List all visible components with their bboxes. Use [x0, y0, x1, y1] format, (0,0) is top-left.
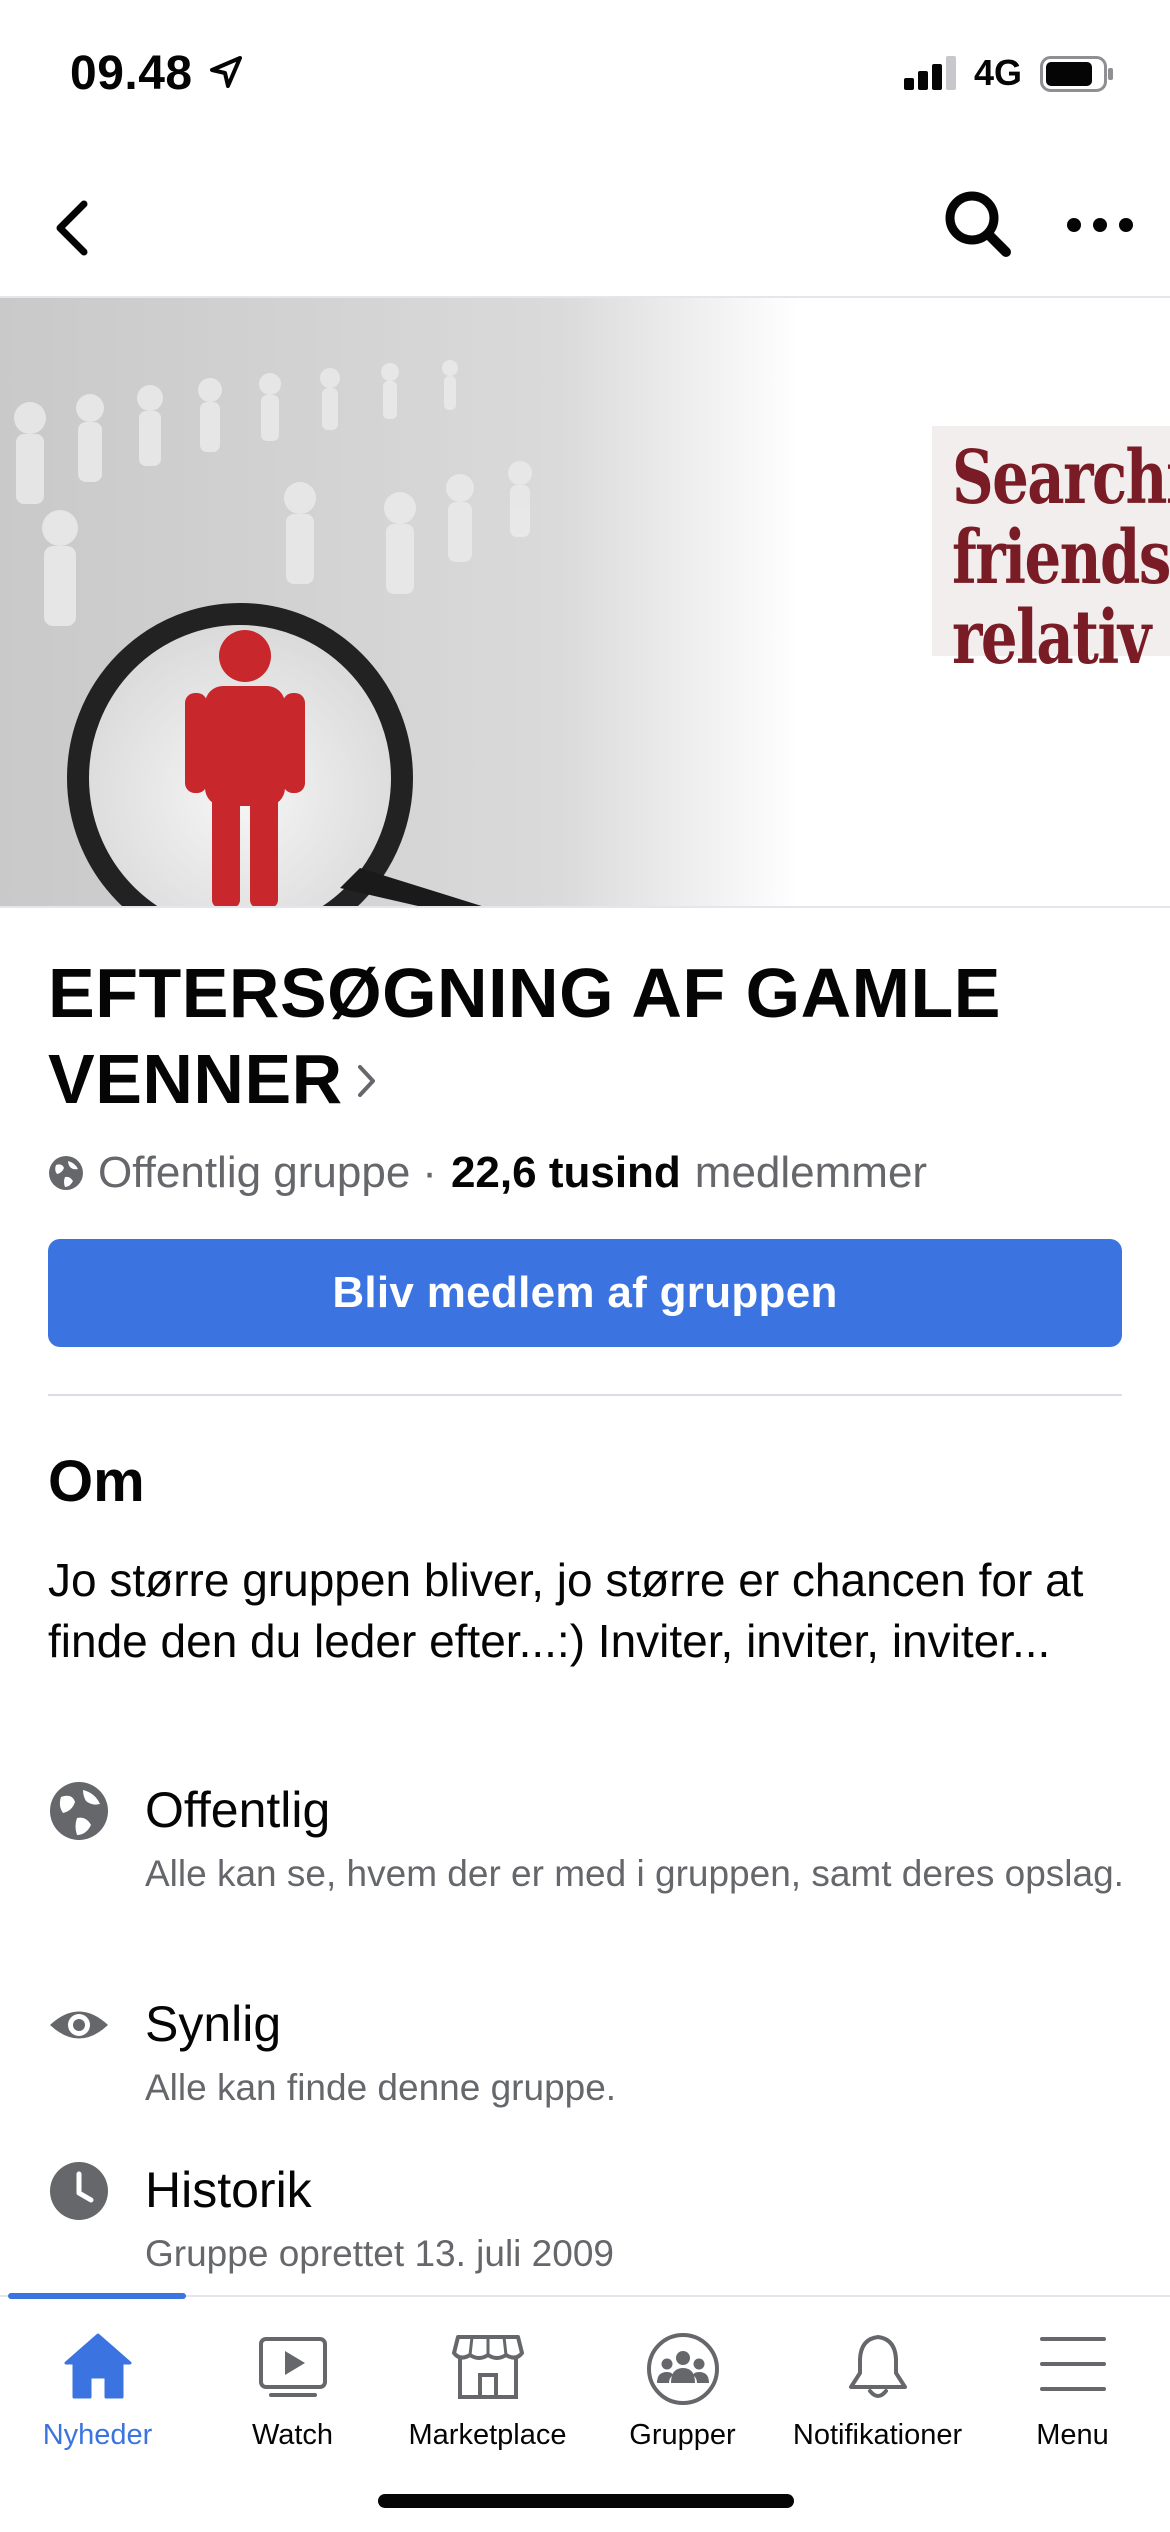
nav-bar — [0, 160, 1170, 298]
tab-label: Nyheder — [42, 2419, 153, 2451]
network-type: 4G — [974, 52, 1023, 93]
location-arrow-icon — [210, 56, 242, 88]
group-privacy: Offentlig gruppe — [98, 1148, 411, 1197]
watch-icon — [258, 2337, 327, 2397]
group-title[interactable]: EFTERSØGNING AF GAMLE VENNER — [48, 950, 1128, 1122]
tab-notifications[interactable]: Notifikationer — [780, 2297, 975, 2467]
chevron-right-icon — [357, 1064, 375, 1097]
tab-marketplace[interactable]: Marketplace — [390, 2297, 585, 2467]
globe-icon — [50, 1782, 108, 1840]
info-subtitle: Gruppe oprettet 13. juli 2009 — [145, 2233, 614, 2274]
tab-label: Marketplace — [408, 2419, 567, 2451]
tab-groups[interactable]: Grupper — [585, 2297, 780, 2467]
more-options-icon[interactable] — [1060, 200, 1140, 250]
group-page: 09.48 4G Searchi friends relativ EFTERSØ… — [0, 0, 1170, 2532]
about-description: Jo større gruppen bliver, jo større er c… — [48, 1554, 1084, 1667]
cover-caption: Searchi friends relativ — [932, 426, 1170, 678]
info-title: Historik — [145, 2162, 312, 2218]
tab-label: Menu — [1036, 2419, 1109, 2451]
cellular-signal-icon — [904, 56, 956, 90]
tab-watch[interactable]: Watch — [195, 2297, 390, 2467]
back-button[interactable] — [42, 190, 108, 266]
tab-label: Grupper — [629, 2419, 736, 2451]
groups-icon — [646, 2333, 719, 2405]
crowd-magnifier-illustration — [0, 298, 800, 906]
members-label: medlemmer — [694, 1148, 928, 1197]
home-indicator[interactable] — [378, 2494, 794, 2508]
about-heading: Om — [48, 1449, 145, 1514]
tab-news[interactable]: Nyheder — [0, 2297, 195, 2467]
member-count[interactable]: 22,6 tusind — [451, 1148, 681, 1198]
cover-caption-line: Searchi — [952, 435, 1170, 521]
clock-icon — [50, 2162, 108, 2220]
info-subtitle: Alle kan se, hvem der er med i gruppen, … — [145, 1853, 1124, 1894]
meta-separator: · — [422, 1148, 437, 1197]
home-icon — [64, 2333, 131, 2399]
tab-label: Notifikationer — [792, 2419, 963, 2451]
info-subtitle: Alle kan finde denne gruppe. — [145, 2067, 617, 2108]
divider — [48, 1394, 1122, 1396]
cover-photo[interactable]: Searchi friends relativ — [0, 298, 1170, 908]
cover-caption-line: relativ — [952, 595, 1151, 681]
eye-icon — [50, 2011, 108, 2039]
status-time: 09.48 — [70, 47, 193, 100]
info-item-history: Historik Gruppe oprettet 13. juli 2009 — [48, 2160, 1128, 2280]
bell-icon — [848, 2335, 907, 2398]
info-title: Synlig — [145, 1996, 282, 2052]
group-title-text: EFTERSØGNING AF GAMLE VENNER — [48, 954, 1001, 1118]
info-item-public: Offentlig Alle kan se, hvem der er med i… — [48, 1780, 1128, 1950]
info-title: Offentlig — [145, 1782, 331, 1838]
battery-icon — [1040, 56, 1113, 92]
info-item-visible: Synlig Alle kan finde denne gruppe. — [48, 1994, 1128, 2114]
search-icon[interactable] — [938, 184, 1018, 264]
marketplace-icon — [451, 2335, 524, 2399]
status-bar: 09.48 4G — [0, 0, 1170, 150]
globe-icon — [49, 1156, 83, 1190]
tab-menu[interactable]: Menu — [975, 2297, 1170, 2467]
cover-caption-line: friends — [952, 515, 1170, 601]
menu-icon — [1039, 2337, 1106, 2391]
join-group-button[interactable]: Bliv medlem af gruppen — [48, 1239, 1122, 1347]
group-meta: Offentlig gruppe · 22,6 tusind medlemmer — [48, 1148, 927, 1198]
tab-label: Watch — [251, 2419, 334, 2451]
